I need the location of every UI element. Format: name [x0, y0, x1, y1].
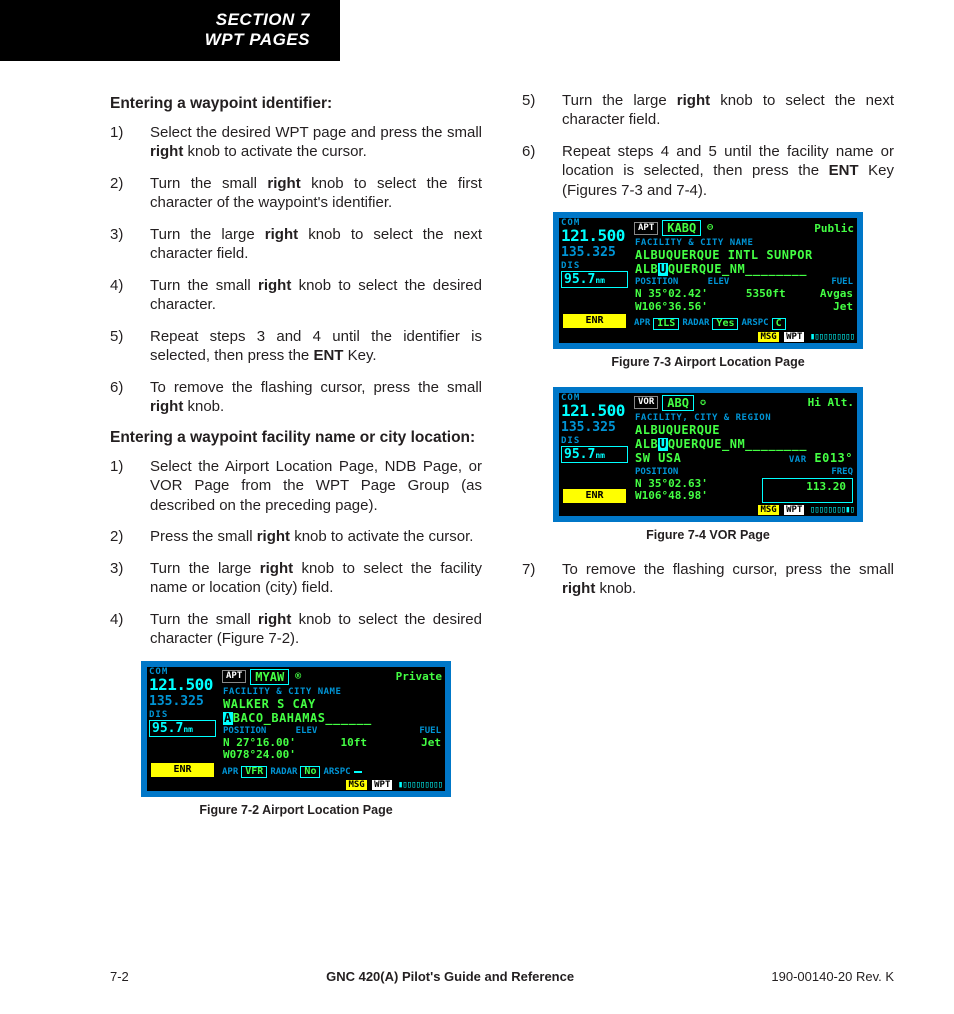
step: Turn the small right knob to select the … [110, 174, 482, 213]
step: Turn the large right knob to select the … [110, 559, 482, 598]
figure-7-2: COM 121.500 135.325 DIS 95.7nm ENR APT M… [141, 661, 451, 797]
airport-type: Public [814, 223, 854, 234]
figure-7-3-caption: Figure 7-3 Airport Location Page [522, 355, 894, 369]
document-title: GNC 420(A) Pilot's Guide and Reference [326, 969, 574, 984]
figure-7-4-caption: Figure 7-4 VOR Page [522, 528, 894, 542]
section-header: SECTION 7 WPT PAGES [0, 0, 340, 61]
steps-final: To remove the flashing cursor, press the… [522, 560, 894, 599]
heading-enter-facility: Entering a waypoint facility name or cit… [110, 429, 482, 447]
step: Select the Airport Location Page, NDB Pa… [110, 457, 482, 516]
distance: 95.7nm [149, 720, 216, 737]
enr-badge: ENR [563, 489, 626, 503]
msg-annunciator: MSG [758, 505, 778, 515]
step: Repeat steps 3 and 4 until the identifie… [110, 327, 482, 366]
figure-7-3: COM 121.500 135.325 DIS 95.7nm ENR APT K… [553, 212, 863, 348]
position: N 35°02.63'W106°48.98' [635, 478, 742, 503]
field-group-label: FACILITY & CITY NAME [219, 687, 445, 698]
step: To remove the flashing cursor, press the… [522, 560, 894, 599]
field-group-label: FACILITY, CITY & REGION [631, 413, 857, 424]
region-row: SW USA VAR E013° [631, 452, 857, 467]
facility-name: ALBUQUERQUE [631, 424, 857, 438]
steps-continued: Turn the large right knob to select the … [522, 91, 894, 201]
distance: 95.7nm [561, 446, 628, 463]
cursor: U [658, 263, 668, 276]
msg-annunciator: MSG [758, 332, 778, 342]
approach-type: ILS [653, 318, 679, 330]
city-name: ALBUQUERQUE_NM________ [631, 263, 857, 277]
radar: Yes [712, 318, 738, 330]
identifier-field: KABQ [662, 220, 701, 236]
elevation: 10ft [325, 737, 383, 762]
figure-7-2-caption: Figure 7-2 Airport Location Page [110, 803, 482, 817]
approach-type: VFR [241, 766, 267, 778]
fuel: AvgasJet [795, 288, 853, 313]
vloc-freq: 135.325 [147, 695, 218, 710]
step: Turn the small right knob to select the … [110, 276, 482, 315]
identifier-field: MYAW [250, 669, 289, 685]
section-number: SECTION 7 [90, 10, 310, 30]
cursor: U [658, 438, 668, 451]
vor-symbol-icon: ✪ [700, 398, 706, 408]
airport-symbol-icon: ® [295, 672, 301, 682]
step: Press the small right knob to activate t… [110, 527, 482, 547]
step: To remove the flashing cursor, press the… [110, 378, 482, 417]
page-bars-icon: ▮▯▯▯▯▯▯▯▯▯ [398, 780, 442, 790]
steps-identifier: Select the desired WPT page and press th… [110, 123, 482, 417]
field-group-label: FACILITY & CITY NAME [631, 238, 857, 249]
page-bars-icon: ▮▯▯▯▯▯▯▯▯▯ [810, 332, 854, 342]
heading-enter-identifier: Entering a waypoint identifier: [110, 95, 482, 113]
enr-badge: ENR [563, 314, 626, 328]
vloc-freq: 135.325 [559, 246, 630, 261]
left-column: Entering a waypoint identifier: Select t… [110, 91, 482, 835]
identifier-field: ABQ [662, 395, 694, 411]
page-type-tag: APT [634, 222, 658, 235]
city-name: ABACO_BAHAMAS______ [219, 712, 445, 726]
airport-type: Private [396, 671, 442, 682]
document-revision: 190-00140-20 Rev. K [771, 969, 894, 984]
enr-badge: ENR [151, 763, 214, 777]
steps-facility: Select the Airport Location Page, NDB Pa… [110, 457, 482, 649]
wpt-annunciator: WPT [372, 780, 392, 790]
section-title: WPT PAGES [90, 30, 310, 50]
com-freq: 121.500 [559, 403, 630, 421]
cursor: A [223, 712, 233, 725]
wpt-annunciator: WPT [784, 332, 804, 342]
dis-label: DIS [147, 710, 218, 720]
step: Turn the large right knob to select the … [110, 225, 482, 264]
airspace [354, 771, 362, 773]
vor-class: Hi Alt. [808, 397, 854, 408]
position: N 27°16.00'W078°24.00' [223, 737, 325, 762]
facility-name: WALKER S CAY [219, 698, 445, 712]
com-freq: 121.500 [147, 677, 218, 695]
distance: 95.7nm [561, 271, 628, 288]
frequency: 113.20 [762, 478, 853, 503]
right-column: Turn the large right knob to select the … [522, 91, 894, 835]
page-bars-icon: ▯▯▯▯▯▯▯▯▮▯ [810, 505, 854, 515]
vloc-freq: 135.325 [559, 421, 630, 436]
airport-symbol-icon: ⊖ [707, 223, 713, 233]
page-content: Entering a waypoint identifier: Select t… [0, 61, 954, 835]
facility-name: ALBUQUERQUE INTL SUNPOR [631, 249, 857, 263]
page-type-tag: APT [222, 670, 246, 683]
step: Turn the large right knob to select the … [522, 91, 894, 130]
city-name: ALBUQUERQUE_NM________ [631, 438, 857, 452]
page-type-tag: VOR [634, 396, 658, 409]
step: Turn the small right knob to select the … [110, 610, 482, 649]
fuel: Jet [383, 737, 441, 762]
position: N 35°02.42'W106°36.56' [635, 288, 737, 313]
step: Repeat steps 4 and 5 until the facility … [522, 142, 894, 201]
wpt-annunciator: WPT [784, 505, 804, 515]
airspace: C [772, 318, 786, 330]
page-footer: 7-2 GNC 420(A) Pilot's Guide and Referen… [0, 969, 954, 984]
page-number: 7-2 [110, 969, 129, 984]
figure-7-4: COM 121.500 135.325 DIS 95.7nm ENR VOR A… [553, 387, 863, 522]
com-freq: 121.500 [559, 228, 630, 246]
step: Select the desired WPT page and press th… [110, 123, 482, 162]
msg-annunciator: MSG [346, 780, 366, 790]
radar: No [300, 766, 320, 778]
elevation: 5350ft [737, 288, 795, 313]
